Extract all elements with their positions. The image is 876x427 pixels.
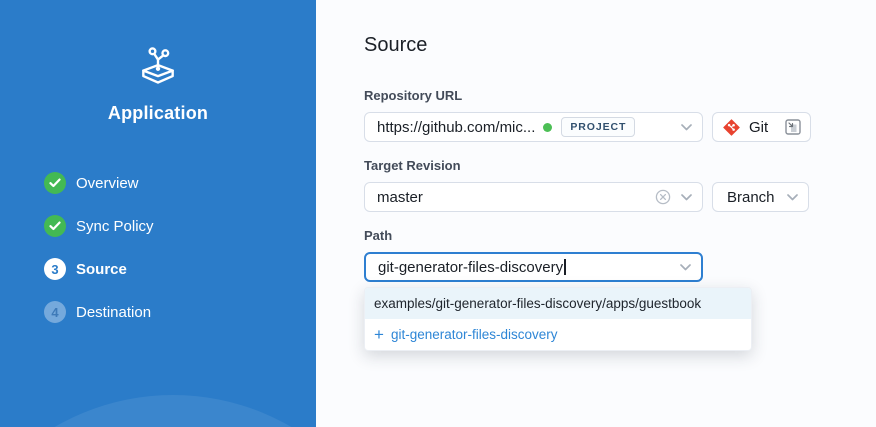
chevron-down-icon bbox=[787, 194, 798, 201]
text-caret bbox=[564, 259, 566, 275]
git-icon bbox=[723, 119, 740, 136]
check-icon bbox=[44, 215, 66, 237]
path-value: git-generator-files-discovery bbox=[378, 259, 563, 276]
repo-type-selector[interactable]: Git bbox=[712, 112, 811, 142]
application-icon bbox=[0, 44, 316, 93]
connection-status-dot-icon bbox=[543, 123, 552, 132]
step-number: 4 bbox=[44, 301, 66, 323]
repository-url-value: https://github.com/mic... bbox=[377, 119, 535, 136]
repo-picker-icon[interactable] bbox=[785, 119, 801, 135]
path-suggestion-item[interactable]: examples/git-generator-files-discovery/a… bbox=[365, 288, 751, 319]
path-input[interactable]: git-generator-files-discovery bbox=[364, 252, 703, 282]
revision-type-label: Branch bbox=[727, 189, 775, 206]
target-revision-value: master bbox=[377, 189, 423, 206]
wizard-title: Application bbox=[0, 103, 316, 124]
project-badge: PROJECT bbox=[561, 117, 635, 137]
path-add-label: git-generator-files-discovery bbox=[391, 327, 558, 342]
path-add-item[interactable]: + git-generator-files-discovery bbox=[365, 319, 751, 350]
step-sync-policy[interactable]: Sync Policy bbox=[44, 215, 154, 237]
check-icon bbox=[44, 172, 66, 194]
step-label: Overview bbox=[76, 175, 139, 192]
clear-icon[interactable] bbox=[655, 189, 671, 205]
target-revision-label: Target Revision bbox=[364, 158, 461, 173]
chevron-down-icon[interactable] bbox=[681, 124, 692, 131]
page-title: Source bbox=[364, 34, 427, 57]
decorative-circle bbox=[0, 395, 316, 427]
repository-url-input[interactable]: https://github.com/mic... PROJECT bbox=[364, 112, 703, 142]
step-label: Source bbox=[76, 261, 127, 278]
path-suggestions-dropdown: examples/git-generator-files-discovery/a… bbox=[364, 287, 752, 351]
step-overview[interactable]: Overview bbox=[44, 172, 154, 194]
wizard-steps: Overview Sync Policy 3 Source 4 Destinat… bbox=[44, 172, 154, 344]
step-number: 3 bbox=[44, 258, 66, 280]
repo-type-label: Git bbox=[749, 119, 768, 136]
path-label: Path bbox=[364, 228, 392, 243]
target-revision-input[interactable]: master bbox=[364, 182, 703, 212]
step-destination[interactable]: 4 Destination bbox=[44, 301, 154, 323]
step-source[interactable]: 3 Source bbox=[44, 258, 154, 280]
application-wizard: Application Overview Sync Policy 3 Sourc… bbox=[0, 0, 876, 427]
source-form-panel: Source Repository URL https://github.com… bbox=[316, 0, 876, 427]
wizard-sidebar: Application Overview Sync Policy 3 Sourc… bbox=[0, 0, 316, 427]
step-label: Sync Policy bbox=[76, 218, 154, 235]
plus-icon: + bbox=[374, 328, 384, 341]
step-label: Destination bbox=[76, 304, 151, 321]
chevron-down-icon[interactable] bbox=[680, 264, 691, 271]
revision-type-selector[interactable]: Branch bbox=[712, 182, 809, 212]
repository-url-label: Repository URL bbox=[364, 88, 462, 103]
chevron-down-icon[interactable] bbox=[681, 194, 692, 201]
